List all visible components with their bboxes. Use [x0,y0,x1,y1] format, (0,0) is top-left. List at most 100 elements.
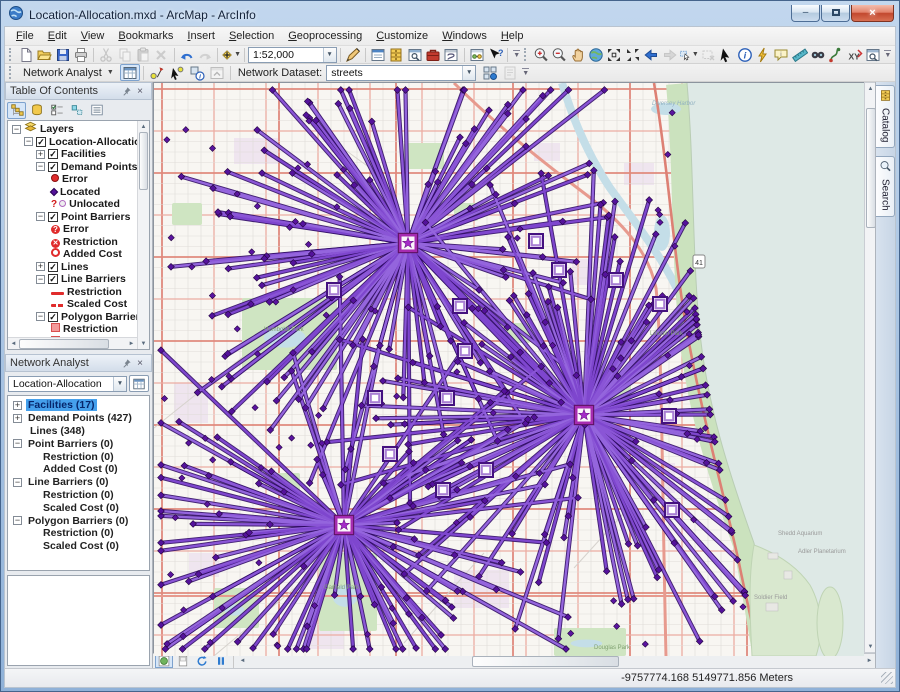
menu-item-edit[interactable]: Edit [41,28,74,44]
pause-icon[interactable] [212,655,230,668]
select-network-locations-icon[interactable] [167,64,187,81]
na-item-point-barriers-0-[interactable]: −Point Barriers (0) [10,437,149,450]
na-pin-icon[interactable] [119,356,133,370]
editor-toolbar-icon[interactable] [344,46,362,63]
menu-item-file[interactable]: File [9,28,41,44]
toc-item-unlocated[interactable]: ?Unlocated [10,198,149,211]
fixed-zoom-in-icon[interactable] [605,46,623,63]
undo-icon[interactable] [177,46,195,63]
network-identify-icon[interactable]: i [187,64,207,81]
toc-pin-icon[interactable] [119,84,133,98]
title-bar[interactable]: Location-Allocation.mxd - ArcMap - ArcIn… [4,1,896,26]
na-layer-select[interactable]: Location-Allocation ▼ [8,376,127,392]
na-item-restriction-0-[interactable]: Restriction (0) [10,527,149,540]
tree-expander-icon[interactable]: − [24,137,33,146]
toc-close-icon[interactable]: × [133,84,147,98]
menu-item-customize[interactable]: Customize [369,28,435,44]
save-icon[interactable] [53,46,71,63]
network-analyst-menu[interactable]: Network Analyst▼ [17,66,120,80]
na-item-facilities-17-[interactable]: +Facilities (17) [10,399,149,412]
refresh-icon[interactable] [193,655,211,668]
table-of-contents-window-icon[interactable] [369,46,387,63]
identify-icon[interactable]: i [735,46,753,63]
select-elements-icon[interactable] [717,46,735,63]
back-icon[interactable] [642,46,660,63]
find-icon[interactable] [809,46,827,63]
menu-item-bookmarks[interactable]: Bookmarks [111,28,180,44]
vscroll-thumb[interactable] [866,108,876,228]
toc-item-error[interactable]: Error [10,173,149,186]
measure-icon[interactable] [791,46,809,63]
zoom-out-icon[interactable] [550,46,568,63]
zoom-in-icon[interactable] [532,46,550,63]
search-window-icon[interactable] [406,46,424,63]
toc-vscrollbar[interactable]: ▲▼ [137,121,149,349]
toc-hscrollbar[interactable]: ◄► [8,337,137,349]
directions-window-icon[interactable] [207,64,227,81]
go-to-xy-icon[interactable]: XY [846,46,864,63]
na-item-restriction-0-[interactable]: Restriction (0) [10,489,149,502]
na-item-scaled-cost-0-[interactable]: Scaled Cost (0) [10,540,149,553]
menu-item-geoprocessing[interactable]: Geoprocessing [281,28,369,44]
toc-item-restriction[interactable]: Restriction [10,286,149,299]
layer-checkbox[interactable]: ✓ [48,274,58,284]
na-item-lines-348-[interactable]: Lines (348) [10,425,149,438]
open-icon[interactable] [35,46,53,63]
whats-this-icon[interactable]: ? [486,46,504,63]
tree-expander-icon[interactable]: − [36,162,45,171]
side-tab-search[interactable]: Search [876,156,895,217]
scroll-right-icon[interactable]: ► [864,656,875,667]
layer-checkbox[interactable]: ✓ [48,162,58,172]
tree-expander-icon[interactable]: + [36,150,45,159]
catalog-window-icon[interactable] [387,46,405,63]
toc-item-polygon-barriers[interactable]: −✓Polygon Barriers [10,311,149,324]
toc-item-scaled-cost[interactable]: Scaled Cost [10,298,149,311]
menu-item-help[interactable]: Help [494,28,531,44]
layer-checkbox[interactable]: ✓ [48,212,58,222]
menu-item-selection[interactable]: Selection [222,28,281,44]
layer-checkbox[interactable]: ✓ [48,262,58,272]
na-item-scaled-cost-0-[interactable]: Scaled Cost (0) [10,501,149,514]
toc-item-added-cost[interactable]: Added Cost [10,248,149,261]
arctoolbox-window-icon[interactable] [424,46,442,63]
fixed-zoom-out-icon[interactable] [624,46,642,63]
layer-checkbox[interactable]: ✓ [36,137,46,147]
tree-expander-icon[interactable]: − [13,516,22,525]
list-by-selection-icon[interactable] [67,102,86,119]
forward-icon[interactable] [660,46,678,63]
model-builder-icon[interactable] [468,46,486,63]
list-by-drawing-order-icon[interactable] [7,102,26,119]
side-tab-catalog[interactable]: Catalog [876,85,895,148]
menu-item-windows[interactable]: Windows [435,28,494,44]
html-popup-icon[interactable]: i [772,46,790,63]
map-view[interactable]: Diversey HarborLincoln ParkHumboldt Park… [153,82,864,653]
toc-item-restriction[interactable]: ✕Restriction [10,236,149,249]
layer-checkbox[interactable]: ✓ [48,149,58,159]
tree-expander-icon[interactable]: − [36,312,45,321]
python-window-icon[interactable] [442,46,460,63]
delete-icon[interactable] [152,46,170,63]
pan-icon[interactable] [569,46,587,63]
menu-item-view[interactable]: View [74,28,112,44]
list-by-visibility-icon[interactable] [47,102,66,119]
tree-expander-icon[interactable]: − [12,125,21,134]
toc-item-location-allocation[interactable]: −✓Location-Allocation [10,136,149,149]
na-item-restriction-0-[interactable]: Restriction (0) [10,450,149,463]
map-scale-combo[interactable]: 1:52,000▼ [248,47,337,63]
menu-item-insert[interactable]: Insert [180,28,222,44]
full-extent-icon[interactable] [587,46,605,63]
paste-icon[interactable] [134,46,152,63]
na-layer-select-arrow[interactable]: ▼ [113,377,126,391]
toc-item-demand-points[interactable]: −✓Demand Points [10,161,149,174]
resize-grip[interactable] [881,672,893,684]
tree-expander-icon[interactable]: − [36,212,45,221]
close-button[interactable]: × [851,5,894,22]
toc-item-located[interactable]: Located [10,186,149,199]
tree-expander-icon[interactable]: + [36,262,45,271]
list-by-source-icon[interactable] [27,102,46,119]
layout-view-icon[interactable] [174,655,192,668]
na-item-line-barriers-0-[interactable]: −Line Barriers (0) [10,476,149,489]
create-network-location-icon[interactable] [147,64,167,81]
directions-icon[interactable] [500,64,520,81]
select-features-icon[interactable]: ▼ [679,46,699,63]
